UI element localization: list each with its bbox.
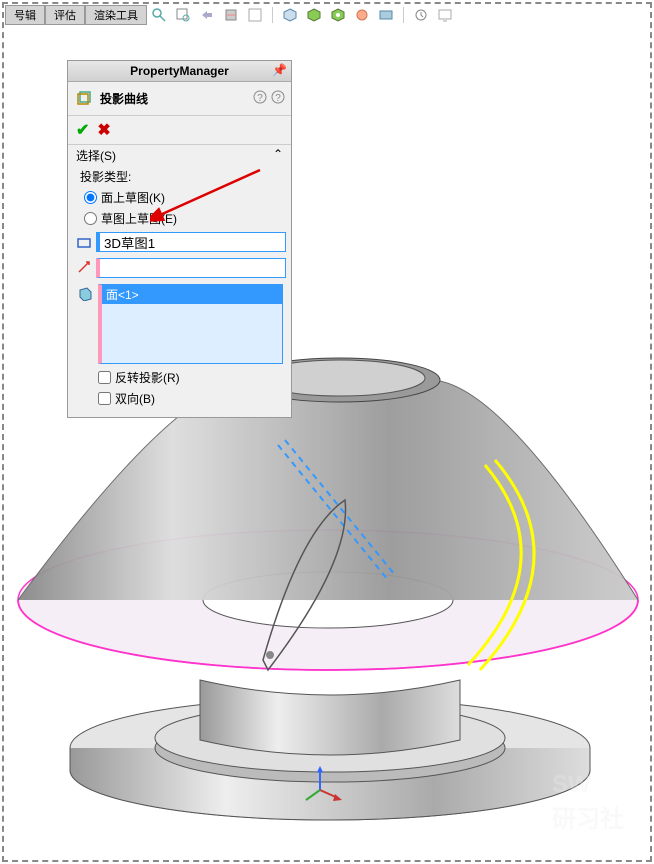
zoom-area-icon[interactable] <box>174 6 192 24</box>
tab-edit[interactable]: 号辑 <box>5 5 45 25</box>
prev-view-icon[interactable] <box>198 6 216 24</box>
tab-render-tools[interactable]: 渲染工具 <box>85 5 147 25</box>
face-selection-list[interactable]: 面<1> <box>98 284 283 364</box>
projection-type-label: 投影类型: <box>80 166 291 187</box>
panel-title-text: PropertyManager <box>130 64 229 78</box>
radio-sketch-on-face[interactable]: 面上草图(K) <box>84 187 291 208</box>
direction-input[interactable] <box>96 258 286 278</box>
hide-show-icon[interactable] <box>329 6 347 24</box>
separator <box>272 7 273 23</box>
feature-title: 投影曲线 <box>100 90 148 107</box>
command-tab-bar: 号辑 评估 渲染工具 <box>5 5 147 25</box>
direction-icon <box>76 258 92 276</box>
feature-header: 投影曲线 ? ? <box>68 82 291 116</box>
svg-text:?: ? <box>275 93 281 104</box>
face-icon <box>76 284 94 302</box>
pin-icon[interactable]: 📌 <box>272 63 287 77</box>
separator <box>403 7 404 23</box>
section-view-icon[interactable] <box>222 6 240 24</box>
help-star-icon[interactable]: ? <box>271 90 285 107</box>
view-orientation-icon[interactable] <box>281 6 299 24</box>
selection-section-header[interactable]: 选择(S) ⌃ <box>68 145 291 166</box>
direction-row <box>68 255 291 281</box>
panel-title-bar: PropertyManager 📌 <box>68 61 291 82</box>
property-manager-panel: PropertyManager 📌 投影曲线 ? ? ✔ ✖ 选择(S) ⌃ 投… <box>67 60 292 418</box>
dynamic-annotation-icon[interactable] <box>246 6 264 24</box>
sketch-selection-input[interactable] <box>96 232 286 252</box>
svg-text:?: ? <box>257 93 263 104</box>
face-list-item[interactable]: 面<1> <box>102 285 282 304</box>
display-icon[interactable] <box>436 6 454 24</box>
cancel-button[interactable]: ✖ <box>97 120 110 140</box>
bidirectional-checkbox[interactable]: 双向(B) <box>98 388 291 409</box>
sketch-selection-row <box>68 229 291 255</box>
zoom-fit-icon[interactable] <box>150 6 168 24</box>
projected-curve-icon <box>76 88 94 109</box>
view-settings-icon[interactable] <box>412 6 430 24</box>
edit-appearance-icon[interactable] <box>353 6 371 24</box>
ok-button[interactable]: ✔ <box>76 120 89 140</box>
face-selection-row: 面<1> <box>68 281 291 367</box>
view-toolbar <box>150 5 634 25</box>
watermark: SW研习社 <box>552 771 624 834</box>
apply-scene-icon[interactable] <box>377 6 395 24</box>
display-style-icon[interactable] <box>305 6 323 24</box>
selection-section-label: 选择(S) <box>76 147 116 164</box>
help-icon[interactable]: ? <box>253 90 267 107</box>
confirm-row: ✔ ✖ <box>68 116 291 145</box>
tab-evaluate[interactable]: 评估 <box>45 5 85 25</box>
reverse-projection-checkbox[interactable]: 反转投影(R) <box>98 367 291 388</box>
sketch-icon <box>76 232 92 250</box>
radio-sketch-on-sketch[interactable]: 草图上草图(E) <box>84 208 291 229</box>
collapse-chevron-icon[interactable]: ⌃ <box>273 147 283 164</box>
